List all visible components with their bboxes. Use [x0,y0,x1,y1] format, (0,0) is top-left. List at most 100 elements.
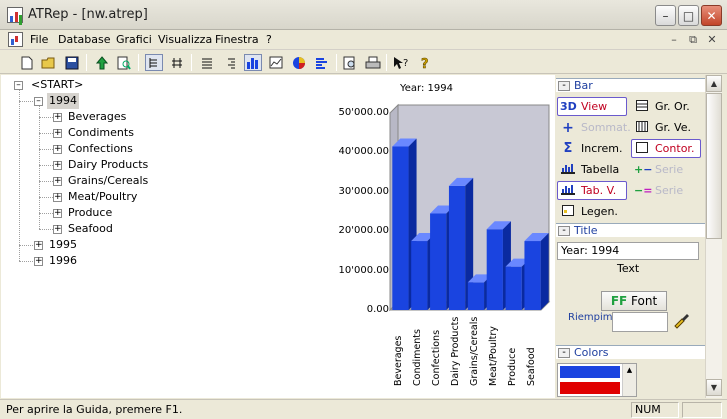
tree-item-dairy-products[interactable]: + Dairy Products [1,157,201,173]
font-button[interactable]: FF Font [601,291,667,311]
serie-remove-button[interactable]: −= Serie [631,181,701,200]
tree-year-label[interactable]: 1994 [47,93,79,109]
collapse-icon[interactable]: - [558,81,570,91]
expand-icon[interactable]: + [34,241,43,250]
close-button[interactable]: ✕ [701,5,722,26]
tree-item-label[interactable]: Beverages [66,109,128,125]
tabella-button[interactable]: Tabella [557,160,627,179]
menu-help[interactable]: ? [266,33,272,46]
gr-ve-button[interactable]: Gr. Ve. [631,118,701,137]
up-arrow-icon[interactable] [93,54,111,71]
color-swatch[interactable] [560,382,620,394]
section-colors-header[interactable]: - Colors [556,345,705,359]
tree-item-label[interactable]: Seafood [66,221,115,237]
tree-root[interactable]: – <START> [1,77,201,93]
bar-chart-icon[interactable] [244,54,262,71]
tree-item-label[interactable]: Produce [66,205,114,221]
tree-item-condiments[interactable]: + Condiments [1,125,201,141]
expand-icon[interactable]: + [53,225,62,234]
save-icon[interactable] [63,54,81,71]
tree-year-1996[interactable]: + 1996 [1,253,201,269]
expand-icon[interactable]: + [53,113,62,122]
paint-brush-icon[interactable] [672,311,690,329]
document-icon[interactable] [8,32,23,47]
gr-or-button[interactable]: Gr. Or. [631,97,701,116]
tree-item-label[interactable]: Dairy Products [66,157,150,173]
align-left-icon[interactable] [198,54,216,71]
tree-item-label[interactable]: Grains/Cereals [66,173,150,189]
expand-icon[interactable]: + [53,161,62,170]
mdi-minimize-button[interactable]: – [666,32,682,47]
contor-button[interactable]: Contor. [631,139,701,158]
panel-scrollbar[interactable]: ▲ ▼ [705,75,722,398]
color-swatch[interactable] [560,366,620,378]
expand-icon[interactable]: + [53,145,62,154]
context-help-icon[interactable]: ? [392,54,410,71]
tree-year-1994[interactable]: – 1994 [1,93,201,109]
increm-button[interactable]: Σ Increm. [557,139,627,158]
tree-year-1995[interactable]: + 1995 [1,237,201,253]
scroll-thumb[interactable] [706,93,722,239]
expand-icon[interactable]: + [53,193,62,202]
pie-chart-icon[interactable] [290,54,308,71]
x-tick-label: Produce [506,347,518,386]
collapse-icon[interactable]: – [14,81,23,90]
help-icon[interactable]: ? [416,54,434,71]
legen-button[interactable]: Legen. [557,202,627,221]
tree-item-produce[interactable]: + Produce [1,205,201,221]
tree-item-confections[interactable]: + Confections [1,141,201,157]
minimize-button[interactable]: – [655,5,676,26]
section-title-header[interactable]: - Title [556,223,705,237]
view-3d-button[interactable]: 3D View [557,97,627,116]
scroll-down-button[interactable]: ▼ [706,379,722,396]
menu-visualizza[interactable]: Visualizza [158,33,212,46]
expand-icon[interactable]: + [34,257,43,266]
scroll-up-icon[interactable]: ▲ [623,364,636,376]
tree-year-label[interactable]: 1996 [47,253,79,269]
tree-year-label[interactable]: 1995 [47,237,79,253]
colors-scrollbar[interactable]: ▲ [622,364,636,396]
mdi-restore-button[interactable]: ⧉ [685,32,701,47]
collapse-icon[interactable]: - [558,226,570,236]
chart-title-input[interactable]: Year: 1994 [557,242,699,260]
print-icon[interactable] [364,54,382,71]
scroll-up-button[interactable]: ▲ [706,75,722,92]
tree-item-seafood[interactable]: + Seafood [1,221,201,237]
print-preview-icon[interactable] [341,54,359,71]
expand-icon[interactable]: + [53,177,62,186]
tree-left-icon[interactable] [145,54,163,71]
line-chart-icon[interactable] [267,54,285,71]
serie-add-button[interactable]: +− Serie [631,160,701,179]
maximize-button[interactable]: □ [678,5,699,26]
menu-file[interactable]: File [30,33,48,46]
tab-v-button[interactable]: Tab. V. [557,181,627,200]
menu-grafici[interactable]: Grafici [116,33,152,46]
tree-item-label[interactable]: Meat/Poultry [66,189,139,205]
collapse-icon[interactable]: - [558,348,570,358]
list-chart-icon[interactable] [313,54,331,71]
tree-item-beverages[interactable]: + Beverages [1,109,201,125]
section-bar-header[interactable]: - Bar [556,78,705,92]
sommat-button[interactable]: + Sommat. [557,118,631,137]
align-right-icon[interactable] [221,54,239,71]
mdi-close-button[interactable]: ✕ [704,32,720,47]
app-icon[interactable] [7,7,23,23]
colors-list[interactable]: ▲ [557,363,637,397]
tree-item-grains-cereals[interactable]: + Grains/Cereals [1,173,201,189]
open-icon[interactable] [40,54,58,71]
new-icon[interactable] [18,54,36,71]
tree-split-icon[interactable] [168,54,186,71]
expand-icon[interactable]: + [53,129,62,138]
tree-root-label[interactable]: <START> [29,77,85,93]
tree-item-label[interactable]: Condiments [66,125,136,141]
fill-color-box[interactable] [612,312,668,332]
tree-item-label[interactable]: Confections [66,141,135,157]
tree-item-meat-poultry[interactable]: + Meat/Poultry [1,189,201,205]
menu-finestra[interactable]: Finestra [215,33,259,46]
title-bar: ATRep - [nw.atrep] – □ ✕ [0,0,727,30]
legend-icon [560,205,576,219]
menu-database[interactable]: Database [58,33,111,46]
collapse-icon[interactable]: – [34,97,43,106]
expand-icon[interactable]: + [53,209,62,218]
find-icon[interactable] [115,54,133,71]
